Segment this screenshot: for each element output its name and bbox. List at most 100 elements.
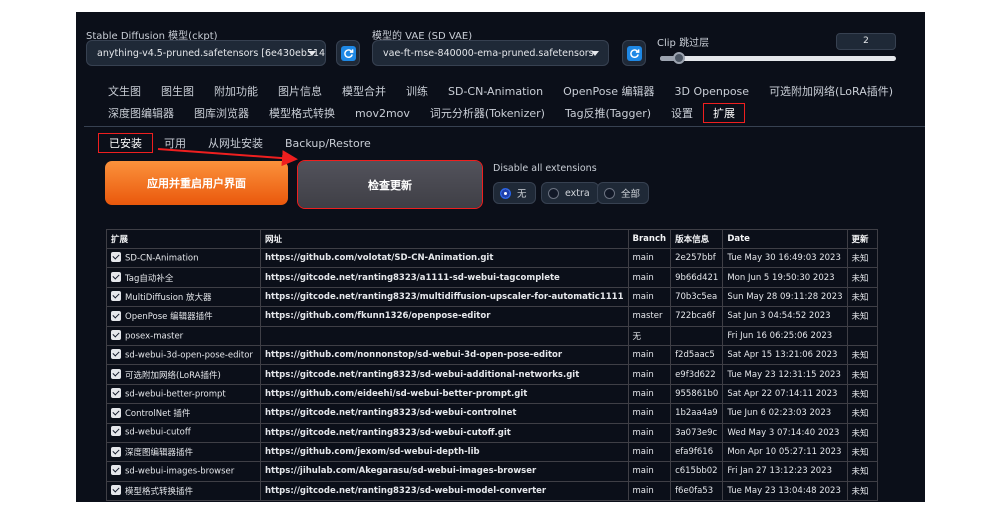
cell-url[interactable]: https://gitcode.net/ranting8323/sd-webui… <box>260 480 629 502</box>
ckpt-value: anything-v4.5-pruned.safetensors [6e430e… <box>97 47 326 59</box>
table-row: posex-master 无 Fri Jun 16 06:25:06 2023 <box>106 325 878 346</box>
extensions-table: 扩展 网址 Branch 版本信息 Date 更新 SD-CN-Animatio… <box>106 229 878 502</box>
enable-checkbox[interactable] <box>111 407 121 418</box>
clip-skip-input[interactable]: 2 <box>836 33 896 50</box>
tab-tabs_row2-5[interactable]: Tag反推(Tagger) <box>555 103 661 123</box>
subtab-2[interactable]: 从网址安装 <box>197 133 274 153</box>
cell-url[interactable]: https://gitcode.net/ranting8323/sd-webui… <box>260 422 629 443</box>
cell-date: Wed May 3 07:14:40 2023 <box>722 422 848 443</box>
extension-name: MultiDiffusion 放大器 <box>125 292 212 303</box>
cell-url[interactable]: https://gitcode.net/ranting8323/sd-webui… <box>260 403 629 424</box>
refresh-icon <box>626 45 642 61</box>
cell-url[interactable]: https://gitcode.net/ranting8323/sd-webui… <box>260 364 629 385</box>
cell-url[interactable]: https://github.com/jexom/sd-webui-depth-… <box>260 441 629 463</box>
cell-update <box>846 325 878 346</box>
cell-url[interactable]: https://github.com/volotat/SD-CN-Animati… <box>260 247 629 269</box>
tab-tabs_row1-3[interactable]: 图片信息 <box>268 81 332 101</box>
cell-update: 未知 <box>846 364 878 385</box>
extension-name: sd-webui-cutoff <box>125 427 191 438</box>
enable-checkbox[interactable] <box>111 485 121 496</box>
subtab-1[interactable]: 可用 <box>153 133 197 153</box>
tab-tabs_row2-6[interactable]: 设置 <box>661 103 703 123</box>
cell-url[interactable]: https://gitcode.net/ranting8323/multidif… <box>260 286 629 308</box>
clip-slider-thumb[interactable] <box>672 52 685 64</box>
radio-extra[interactable]: extra <box>541 182 599 204</box>
table-row: 可选附加网络(LoRA插件) https://gitcode.net/rantin… <box>106 364 878 385</box>
cell-name: ControlNet 插件 <box>106 403 261 424</box>
refresh-icon <box>340 45 356 61</box>
webui-window: Stable Diffusion 模型(ckpt) anything-v4.5-… <box>76 12 925 502</box>
chevron-down-icon <box>308 51 316 56</box>
cell-date: Tue May 23 12:31:15 2023 <box>722 364 848 385</box>
cell-version: f2d5aac5 <box>670 344 724 366</box>
vae-value: vae-ft-mse-840000-ema-pruned.safetensors <box>383 47 594 59</box>
tab-tabs_row2-1[interactable]: 图库浏览器 <box>184 103 259 123</box>
enable-checkbox[interactable] <box>111 310 121 321</box>
table-row: OpenPose 编辑器插件 https://github.com/fkunn13… <box>106 306 878 327</box>
tab-tabs_row1-2[interactable]: 附加功能 <box>204 81 268 101</box>
cell-branch: main <box>627 441 672 463</box>
enable-checkbox[interactable] <box>111 426 121 437</box>
cell-name: MultiDiffusion 放大器 <box>106 286 261 308</box>
enable-checkbox[interactable] <box>111 291 121 302</box>
tab-tabs_row2-7[interactable]: 扩展 <box>703 103 746 123</box>
cell-name: sd-webui-3d-open-pose-editor <box>106 344 261 366</box>
tab-tabs_row1-5[interactable]: 训练 <box>396 81 438 101</box>
cell-url[interactable]: https://github.com/eideehi/sd-webui-bett… <box>260 383 629 405</box>
cell-date: Tue Jun 6 02:23:03 2023 <box>722 403 848 424</box>
tab-tabs_row1-0[interactable]: 文生图 <box>98 81 151 101</box>
enable-checkbox[interactable] <box>111 348 121 359</box>
apply-restart-button[interactable]: 应用并重启用户界面 <box>105 161 288 205</box>
cell-url[interactable]: https://jihulab.com/Akegarasu/sd-webui-i… <box>260 461 629 482</box>
ckpt-dropdown[interactable]: anything-v4.5-pruned.safetensors [6e430e… <box>86 40 326 66</box>
tab-tabs_row2-3[interactable]: mov2mov <box>345 103 420 123</box>
enable-checkbox[interactable] <box>111 251 121 262</box>
cell-url <box>260 325 629 346</box>
tab-tabs_row1-6[interactable]: SD-CN-Animation <box>438 81 553 101</box>
tab-tabs_row2-2[interactable]: 模型格式转换 <box>259 103 345 123</box>
tab-tabs_row1-8[interactable]: 3D Openpose <box>665 81 760 101</box>
radio-none[interactable]: 无 <box>493 182 536 204</box>
enable-checkbox[interactable] <box>111 387 121 398</box>
cell-update: 未知 <box>846 461 878 482</box>
tab-tabs_row1-7[interactable]: OpenPose 编辑器 <box>553 81 664 101</box>
subtab-3[interactable]: Backup/Restore <box>274 133 382 153</box>
cell-update: 未知 <box>846 480 878 502</box>
enable-checkbox[interactable] <box>111 465 121 476</box>
enable-checkbox[interactable] <box>111 272 121 283</box>
cell-version: 1b2aa4a9 <box>670 403 724 424</box>
refresh-vae-button[interactable] <box>622 40 646 66</box>
subtab-0[interactable]: 已安装 <box>98 133 153 153</box>
check-updates-button[interactable]: 检查更新 <box>297 160 483 209</box>
cell-url[interactable]: https://github.com/nonnonstop/sd-webui-3… <box>260 344 629 366</box>
tab-tabs_row2-0[interactable]: 深度图编辑器 <box>98 103 184 123</box>
cell-url[interactable]: https://github.com/fkunn1326/openpose-ed… <box>260 306 629 327</box>
cell-version: efa9f616 <box>670 441 724 463</box>
cell-date: Tue May 30 16:49:03 2023 <box>722 247 848 269</box>
refresh-ckpt-button[interactable] <box>336 40 360 66</box>
cell-name: 模型格式转换插件 <box>106 480 261 502</box>
tab-tabs_row1-9[interactable]: 可选附加网络(LoRA插件) <box>759 81 903 101</box>
table-row: sd-webui-3d-open-pose-editor https://gith… <box>106 344 878 366</box>
cell-version: c615bb02 <box>670 461 724 482</box>
cell-name: sd-webui-cutoff <box>106 422 261 443</box>
table-row: MultiDiffusion 放大器 https://gitcode.net/ra… <box>106 286 878 308</box>
enable-checkbox[interactable] <box>111 369 121 380</box>
extension-name: posex-master <box>125 331 184 341</box>
cell-url[interactable]: https://gitcode.net/ranting8323/a1111-sd… <box>260 267 629 288</box>
vae-dropdown[interactable]: vae-ft-mse-840000-ema-pruned.safetensors <box>372 40 609 66</box>
cell-branch: main <box>627 480 672 502</box>
extension-name: OpenPose 编辑器插件 <box>125 312 213 323</box>
enable-checkbox[interactable] <box>111 446 121 457</box>
table-row: Tag自动补全 https://gitcode.net/ranting8323/a… <box>106 267 878 288</box>
tab-tabs_row1-4[interactable]: 模型合并 <box>332 81 396 101</box>
clip-skip-slider[interactable] <box>660 56 896 61</box>
cell-update: 未知 <box>846 441 878 463</box>
tab-tabs_row1-1[interactable]: 图生图 <box>151 81 204 101</box>
extension-subtabs: 已安装 可用 从网址安装 Backup/Restore <box>98 133 382 153</box>
radio-all[interactable]: 全部 <box>597 182 650 204</box>
col-header: 更新 <box>846 229 878 249</box>
enable-checkbox[interactable] <box>111 329 121 340</box>
cell-update: 未知 <box>846 383 878 405</box>
tab-tabs_row2-4[interactable]: 词元分析器(Tokenizer) <box>420 103 555 123</box>
